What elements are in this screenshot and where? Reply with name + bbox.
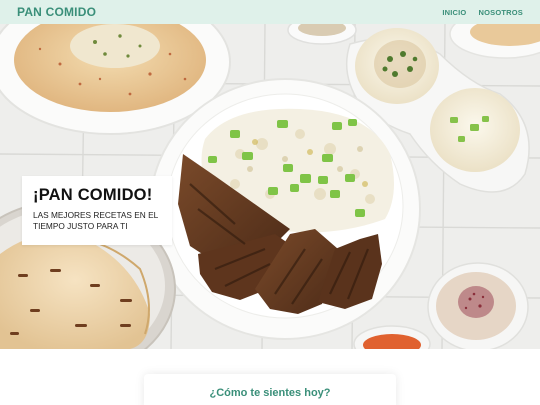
- brand-logo[interactable]: PAN COMIDO: [17, 5, 96, 19]
- nav-link-nosotros[interactable]: NOSOTROS: [478, 8, 523, 17]
- mood-section: ¿Cómo te sientes hoy?: [0, 349, 540, 405]
- top-navbar: PAN COMIDO INICIO NOSOTROS: [0, 0, 540, 24]
- nav-link-inicio[interactable]: INICIO: [442, 8, 466, 17]
- hero-banner: ¡PAN COMIDO! LAS MEJORES RECETAS EN EL T…: [0, 24, 540, 349]
- hero-text-card: ¡PAN COMIDO! LAS MEJORES RECETAS EN EL T…: [22, 176, 172, 245]
- mood-question: ¿Cómo te sientes hoy?: [209, 387, 331, 399]
- mood-card: ¿Cómo te sientes hoy?: [144, 374, 396, 405]
- hero-title: ¡PAN COMIDO!: [33, 186, 153, 204]
- hero-subtitle: LAS MEJORES RECETAS EN EL TIEMPO JUSTO P…: [33, 210, 158, 231]
- main-nav: INICIO NOSOTROS: [442, 8, 523, 17]
